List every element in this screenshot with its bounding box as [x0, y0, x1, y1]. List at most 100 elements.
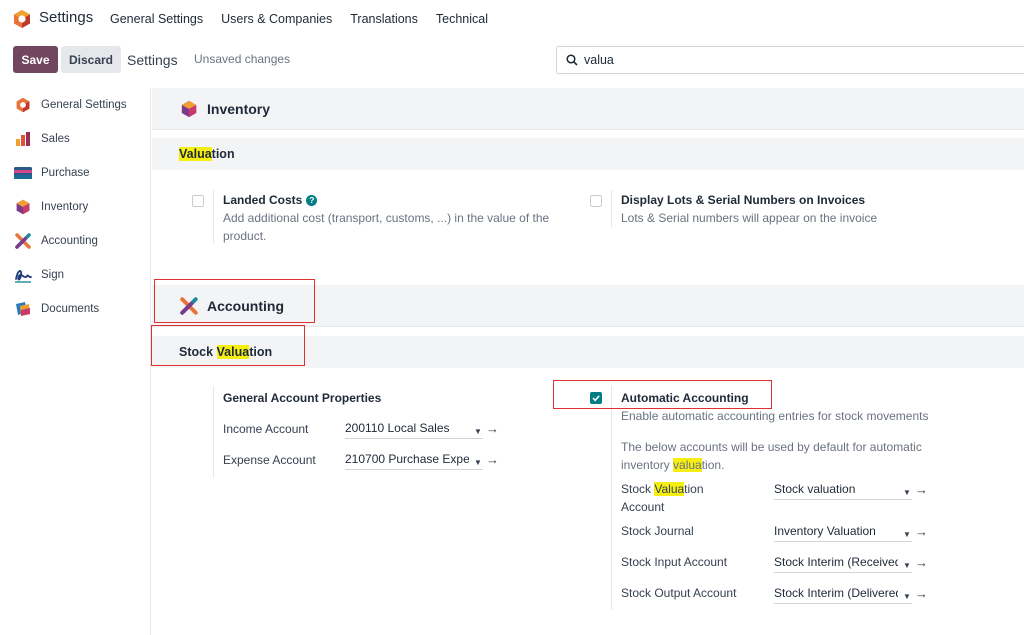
app-title: Inventory	[207, 101, 271, 117]
stock-output-account-field[interactable]: Stock Interim (Delivered)	[774, 586, 912, 604]
expense-account-label: Expense Account	[223, 453, 316, 467]
stock-input-account-label: Stock Input Account	[621, 555, 728, 569]
menu-general-settings[interactable]: General Settings	[110, 12, 203, 26]
sidebar-item-sign[interactable]: Sign	[14, 264, 64, 286]
stock-output-account-label: Stock Output Account	[621, 586, 737, 600]
search-input[interactable]	[584, 53, 984, 67]
lots-serial-title: Display Lots & Serial Numbers on Invoice…	[621, 193, 866, 207]
app-title: Accounting	[207, 298, 284, 314]
inventory-icon	[14, 198, 32, 216]
menu-technical[interactable]: Technical	[436, 12, 488, 26]
unsaved-status: Unsaved changes	[194, 52, 291, 66]
expense-account-field[interactable]: 210700 Purchase Expense	[345, 452, 483, 470]
setting-divider	[611, 190, 612, 228]
breadcrumb-title: Settings	[127, 52, 178, 68]
general-account-properties-title: General Account Properties	[223, 391, 382, 405]
stock-valuation-account-label: Stock Valuation Account	[621, 480, 731, 516]
landed-costs-label: Landed Costs	[223, 193, 303, 207]
stock-input-account-field[interactable]: Stock Interim (Received)	[774, 555, 912, 573]
sidebar-item-label: Inventory	[41, 201, 89, 213]
note-rest: tion.	[701, 458, 725, 472]
section-title-rest: tion	[211, 147, 235, 161]
internal-link-arrow-icon[interactable]: →	[915, 555, 928, 570]
settings-app-icon[interactable]	[12, 9, 32, 29]
income-account-label: Income Account	[223, 422, 309, 436]
settings-sidebar: General Settings Sales Purchase Inventor…	[0, 88, 151, 635]
internal-link-arrow-icon[interactable]: →	[915, 524, 928, 539]
main-menu: General Settings Users & Companies Trans…	[110, 12, 488, 26]
settings-icon	[14, 96, 32, 114]
inventory-app-header: Inventory	[152, 88, 1024, 130]
field-value: Stock Interim (Delivered)	[774, 586, 898, 600]
accounting-icon	[180, 297, 198, 315]
setting-divider	[213, 386, 214, 478]
automatic-accounting-title: Automatic Accounting	[621, 391, 749, 405]
lots-serial-description: Lots & Serial numbers will appear on the…	[621, 211, 878, 225]
stock-valuation-account-field[interactable]: Stock valuation	[774, 482, 912, 500]
label-line: Stock Valuation	[621, 480, 731, 498]
label-line: Account	[621, 500, 665, 514]
valuation-section-header: Valuation	[152, 138, 1024, 170]
documents-icon	[14, 300, 32, 318]
search-icon	[566, 54, 578, 66]
sidebar-item-sales[interactable]: Sales	[14, 128, 70, 150]
field-value: Inventory Valuation	[774, 524, 876, 538]
internal-link-arrow-icon[interactable]: →	[486, 452, 499, 467]
lots-serial-checkbox[interactable]	[590, 195, 602, 207]
search-highlight: valua	[673, 458, 702, 472]
stock-journal-field[interactable]: Inventory Valuation	[774, 524, 912, 542]
section-title-pre: Stock	[179, 345, 217, 359]
search-highlight: Valua	[216, 345, 250, 359]
note-line: inventory valuation.	[621, 456, 961, 474]
internal-link-arrow-icon[interactable]: →	[486, 421, 499, 436]
desc-line: Add additional cost (transport, customs,…	[223, 211, 550, 225]
internal-link-arrow-icon[interactable]: →	[915, 586, 928, 601]
search-box[interactable]	[556, 46, 1024, 74]
landed-costs-title: Landed Costs?	[223, 193, 318, 207]
landed-costs-checkbox[interactable]	[192, 195, 204, 207]
accounting-icon	[14, 232, 32, 250]
landed-costs-description: Add additional cost (transport, customs,…	[223, 209, 573, 245]
default-accounts-note: The below accounts will be used by defau…	[621, 438, 961, 474]
purchase-icon	[14, 164, 32, 182]
caret-down-icon[interactable]: ▼	[474, 458, 482, 467]
accounting-app-header: Accounting	[152, 285, 1024, 327]
field-value: Stock valuation	[774, 482, 856, 496]
automatic-accounting-description: Enable automatic accounting entries for …	[621, 409, 929, 423]
inventory-icon	[181, 100, 197, 118]
income-account-field[interactable]: 200110 Local Sales	[345, 421, 483, 439]
help-icon[interactable]: ?	[306, 194, 318, 206]
internal-link-arrow-icon[interactable]: →	[915, 482, 928, 497]
caret-down-icon[interactable]: ▼	[474, 427, 482, 436]
sidebar-item-inventory[interactable]: Inventory	[14, 196, 88, 218]
caret-down-icon[interactable]: ▼	[903, 488, 911, 497]
setting-divider	[611, 386, 612, 610]
sidebar-item-label: General Settings	[41, 99, 127, 111]
sidebar-item-label: Documents	[41, 303, 100, 315]
section-title-rest: tion	[249, 345, 273, 359]
field-value: Stock Interim (Received)	[774, 555, 898, 569]
discard-button[interactable]: Discard	[61, 46, 121, 73]
sidebar-item-accounting[interactable]: Accounting	[14, 230, 98, 252]
search-highlight: Valua	[179, 147, 212, 161]
note-pre: inventory	[621, 458, 674, 472]
sign-icon	[14, 266, 32, 284]
checkmark-icon	[592, 395, 600, 402]
sidebar-item-documents[interactable]: Documents	[14, 298, 99, 320]
caret-down-icon[interactable]: ▼	[903, 592, 911, 601]
sidebar-item-general-settings[interactable]: General Settings	[14, 94, 127, 116]
search-highlight: Valua	[654, 482, 685, 496]
automatic-accounting-checkbox[interactable]	[590, 392, 602, 404]
menu-translations[interactable]: Translations	[350, 12, 418, 26]
caret-down-icon[interactable]: ▼	[903, 530, 911, 539]
field-value: 210700 Purchase Expense	[345, 452, 469, 466]
control-panel: Save Discard Settings Unsaved changes	[0, 40, 1024, 86]
save-button[interactable]: Save	[13, 46, 58, 73]
top-navbar: Settings General Settings Users & Compan…	[0, 0, 1024, 38]
caret-down-icon[interactable]: ▼	[903, 561, 911, 570]
menu-users-companies[interactable]: Users & Companies	[221, 12, 332, 26]
sidebar-item-purchase[interactable]: Purchase	[14, 162, 90, 184]
app-name: Settings	[39, 9, 94, 26]
setting-divider	[213, 190, 214, 244]
sidebar-item-label: Sign	[41, 269, 65, 281]
